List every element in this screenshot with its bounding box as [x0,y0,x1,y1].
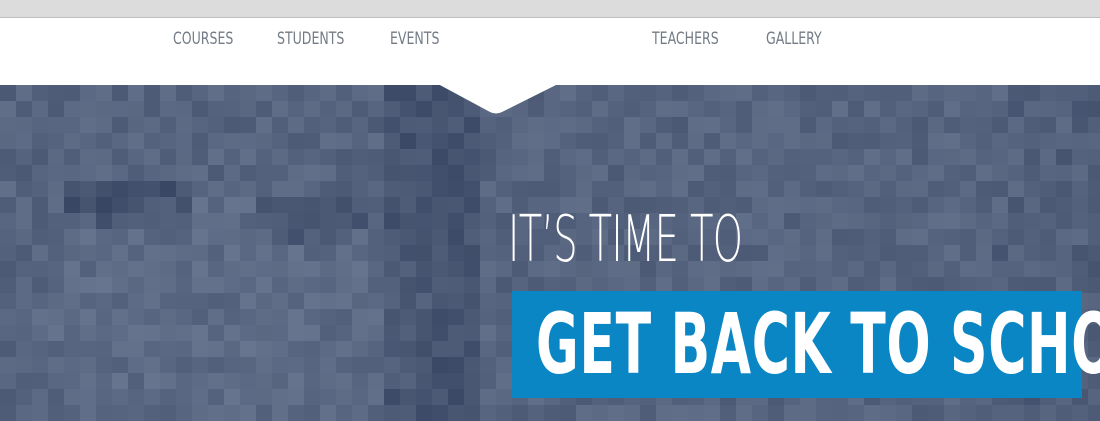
logo-notch-shape[interactable] [438,84,558,116]
hero-headline-line1: IT’S TIME TO [508,203,743,277]
hero-headline-line2: GET BACK TO SCHOOL [536,295,1100,393]
nav-item-gallery[interactable]: GALLERY [766,26,822,52]
nav-item-events[interactable]: EVENTS [390,26,439,52]
main-navigation: COURSES STUDENTS EVENTS TEACHERS GALLERY [0,19,1100,85]
nav-item-teachers[interactable]: TEACHERS [652,26,719,52]
browser-top-bar [0,0,1100,18]
nav-item-students[interactable]: STUDENTS [277,26,344,52]
hero-banner: IT’S TIME TO GET BACK TO SCHOOL [0,85,1100,421]
nav-item-courses[interactable]: COURSES [173,26,233,52]
